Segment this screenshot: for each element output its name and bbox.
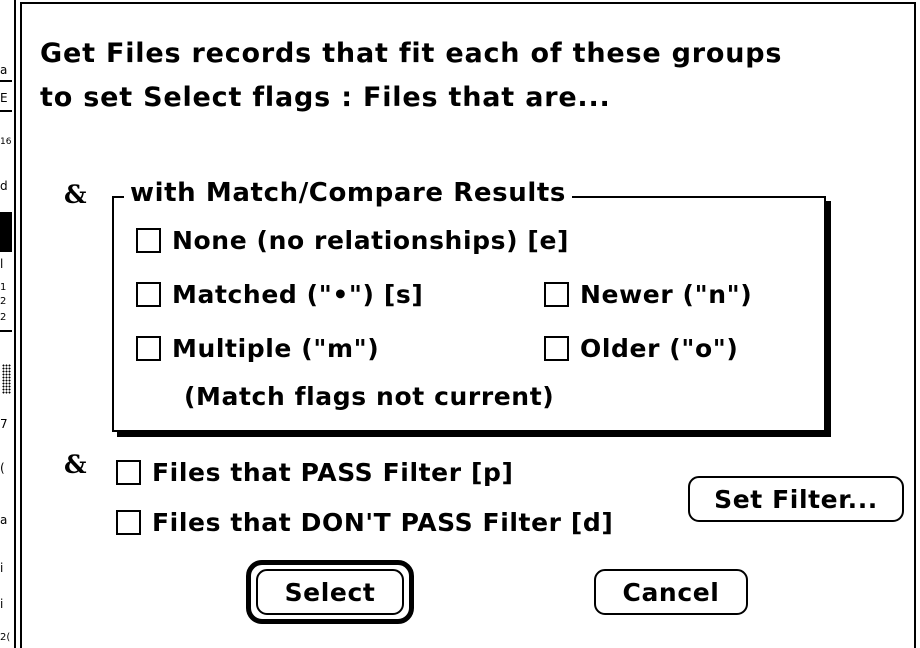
checkbox-dont-pass-filter[interactable]: Files that DON'T PASS Filter [d] <box>116 508 613 537</box>
checkbox-box[interactable] <box>136 336 161 361</box>
checkbox-dont-pass-filter-label: Files that DON'T PASS Filter [d] <box>152 508 614 537</box>
background-divider <box>0 80 12 82</box>
checkbox-older-label: Older ("o") <box>580 334 739 363</box>
checkbox-newer-label: Newer ("n") <box>580 280 753 309</box>
checkbox-matched-label: Matched ("•") [s] <box>172 280 424 309</box>
groupbox-title: with Match/Compare Results <box>124 178 572 208</box>
select-button[interactable]: Select <box>256 569 404 615</box>
checkbox-box[interactable] <box>544 282 569 307</box>
match-flags-note: (Match flags not current) <box>184 382 555 411</box>
checkbox-box[interactable] <box>116 510 141 535</box>
background-text-fragment: i <box>0 598 4 610</box>
background-text-fragment: 2 <box>0 312 7 323</box>
background-text-fragment: 7 <box>0 418 8 430</box>
background-window-edge: a E 16 d l 1 2 2 7 ( a i i 2( <box>0 0 16 648</box>
checkbox-pass-filter-label: Files that PASS Filter [p] <box>152 458 514 487</box>
background-text-fragment: E <box>0 92 8 104</box>
checkbox-multiple[interactable]: Multiple ("m") <box>136 334 379 363</box>
dialog-heading-line-2: to set Select flags : Files that are... <box>40 82 611 113</box>
background-text-fragment: d <box>0 180 8 192</box>
background-text-fragment: l <box>0 258 4 270</box>
checkbox-none[interactable]: None (no relationships) [e] <box>136 226 569 255</box>
dialog-heading-line-1: Get Files records that fit each of these… <box>40 38 783 69</box>
background-text-fragment: 2 <box>0 296 7 307</box>
background-divider <box>0 330 12 332</box>
checkbox-none-label: None (no relationships) [e] <box>172 226 570 255</box>
checkbox-newer[interactable]: Newer ("n") <box>544 280 752 309</box>
checkbox-box[interactable] <box>544 336 569 361</box>
checkbox-multiple-label: Multiple ("m") <box>172 334 380 363</box>
background-text-fragment: i <box>0 562 4 574</box>
cancel-button[interactable]: Cancel <box>594 569 748 615</box>
background-selection-highlight <box>0 212 12 252</box>
checkbox-box[interactable] <box>136 282 161 307</box>
checkbox-matched[interactable]: Matched ("•") [s] <box>136 280 423 309</box>
and-operator-label: & <box>64 450 87 479</box>
background-text-fragment: a <box>0 64 8 76</box>
background-text-fragment: a <box>0 514 8 526</box>
background-text-fragment: 16 <box>0 137 12 147</box>
background-pattern <box>2 364 11 394</box>
background-divider <box>0 110 12 112</box>
and-operator-label: & <box>64 180 87 209</box>
checkbox-older[interactable]: Older ("o") <box>544 334 738 363</box>
checkbox-pass-filter[interactable]: Files that PASS Filter [p] <box>116 458 514 487</box>
background-text-fragment: ( <box>0 462 5 474</box>
background-text-fragment: 2( <box>0 632 11 643</box>
checkbox-box[interactable] <box>136 228 161 253</box>
background-text-fragment: 1 <box>0 282 7 293</box>
checkbox-box[interactable] <box>116 460 141 485</box>
set-filter-button[interactable]: Set Filter... <box>688 476 904 522</box>
